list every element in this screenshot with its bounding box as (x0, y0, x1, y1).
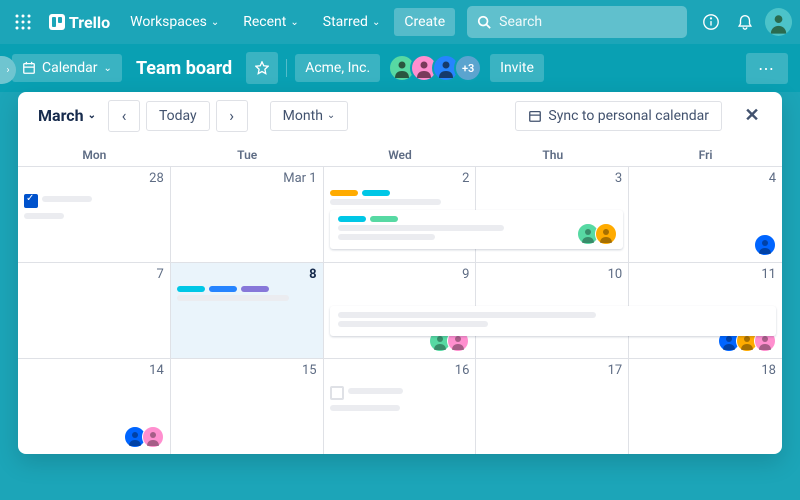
calendar-day-headers: Mon Tue Wed Thu Fri (18, 140, 782, 166)
chevron-down-icon: ⌄ (211, 17, 219, 28)
chevron-down-icon: ⌄ (327, 110, 335, 121)
card-members (754, 234, 776, 256)
calendar-grid: 28 Mar 1 234 789 10 11 14 15 16 17 18 (18, 166, 782, 454)
day-number: 15 (177, 363, 317, 382)
day-number: 17 (482, 363, 622, 382)
day-cell[interactable]: 8 (171, 262, 324, 358)
card[interactable] (24, 190, 164, 219)
day-number: 14 (24, 363, 164, 382)
day-number: 8 (177, 267, 317, 286)
user-avatar[interactable] (765, 8, 792, 36)
invite-button[interactable]: Invite (490, 54, 544, 82)
day-cell[interactable]: 15 (171, 358, 324, 454)
logo-text: Trello (69, 13, 110, 32)
sync-calendar-button[interactable]: Sync to personal calendar (515, 101, 722, 131)
checkbox-icon (330, 386, 344, 400)
day-cell[interactable]: 14 (18, 358, 171, 454)
day-header: Fri (629, 140, 782, 166)
board-header: Calendar ⌄ Team board Acme, Inc. +3 Invi… (0, 44, 800, 92)
day-number: 28 (24, 171, 164, 190)
search-icon (477, 15, 491, 29)
day-number: 10 (482, 267, 622, 286)
search-field[interactable] (499, 14, 677, 30)
divider (286, 59, 287, 77)
card[interactable] (330, 190, 470, 205)
card-spanning[interactable] (330, 306, 776, 336)
board-members[interactable]: +3 (388, 54, 482, 82)
card-members (577, 223, 617, 245)
month-picker[interactable]: March⌄ (32, 102, 102, 129)
day-number: 9 (330, 267, 470, 286)
star-button[interactable] (246, 52, 278, 84)
day-number: Mar 1 (177, 171, 317, 190)
view-switcher[interactable]: Calendar ⌄ (12, 54, 122, 82)
card-members (124, 426, 164, 448)
card-spanning[interactable] (330, 210, 624, 249)
day-header: Thu (476, 140, 629, 166)
calendar-view: March⌄ ‹ Today › Month⌄ Sync to personal… (18, 92, 782, 454)
day-cell[interactable]: 18 (629, 358, 782, 454)
nav-workspaces[interactable]: Workspaces⌄ (120, 8, 229, 36)
checkbox-icon (24, 194, 38, 208)
nav-starred[interactable]: Starred⌄ (313, 8, 391, 36)
info-icon[interactable] (695, 6, 726, 38)
day-number: 3 (482, 171, 622, 190)
card-label (177, 286, 205, 292)
trello-logo[interactable]: Trello (43, 13, 116, 32)
create-button[interactable]: Create (394, 8, 455, 36)
day-cell[interactable]: Mar 1 (171, 166, 324, 262)
calendar-toolbar: March⌄ ‹ Today › Month⌄ Sync to personal… (18, 92, 782, 140)
day-cell[interactable]: 28 (18, 166, 171, 262)
nav-recent[interactable]: Recent⌄ (233, 8, 309, 36)
card[interactable] (177, 286, 317, 301)
day-cell[interactable]: 16 (324, 358, 477, 454)
day-cell[interactable]: 17 (476, 358, 629, 454)
today-button[interactable]: Today (146, 101, 210, 131)
top-navbar: Trello Workspaces⌄ Recent⌄ Starred⌄ Crea… (0, 0, 800, 44)
day-number: 2 (330, 171, 470, 190)
chevron-down-icon: ⌄ (372, 17, 380, 28)
close-button[interactable]: ✕ (736, 100, 768, 132)
member-avatar[interactable] (142, 426, 164, 448)
board-menu-button[interactable]: ⋯ (746, 53, 788, 84)
apps-icon[interactable] (8, 6, 39, 38)
workspace-button[interactable]: Acme, Inc. (295, 54, 380, 82)
day-cell[interactable]: 7 (18, 262, 171, 358)
member-overflow[interactable]: +3 (454, 54, 482, 82)
day-number: 4 (635, 171, 776, 190)
card-label (362, 190, 390, 196)
next-button[interactable]: › (216, 100, 248, 132)
day-number: 7 (24, 267, 164, 286)
calendar-icon (528, 109, 542, 123)
card-label (241, 286, 269, 292)
day-number: 11 (635, 267, 776, 286)
day-header: Tue (171, 140, 324, 166)
day-number: 16 (330, 363, 470, 382)
day-header: Mon (18, 140, 171, 166)
member-avatar[interactable] (754, 234, 776, 256)
chevron-down-icon: ⌄ (290, 17, 298, 28)
day-number: 18 (635, 363, 776, 382)
day-header: Wed (324, 140, 477, 166)
trello-logo-icon (49, 14, 65, 30)
prev-button[interactable]: ‹ (108, 100, 140, 132)
card-label (338, 216, 366, 222)
chevron-down-icon: ⌄ (88, 110, 96, 121)
chevron-down-icon: ⌄ (104, 63, 112, 74)
card-label (209, 286, 237, 292)
card-label (370, 216, 398, 222)
board-title[interactable]: Team board (130, 58, 238, 79)
card[interactable] (330, 382, 470, 411)
member-avatar[interactable] (595, 223, 617, 245)
calendar-icon (22, 61, 36, 75)
notifications-icon[interactable] (730, 6, 761, 38)
search-input[interactable] (467, 6, 687, 38)
day-cell[interactable]: 4 (629, 166, 782, 262)
card-label (330, 190, 358, 196)
view-range-picker[interactable]: Month⌄ (270, 101, 349, 131)
